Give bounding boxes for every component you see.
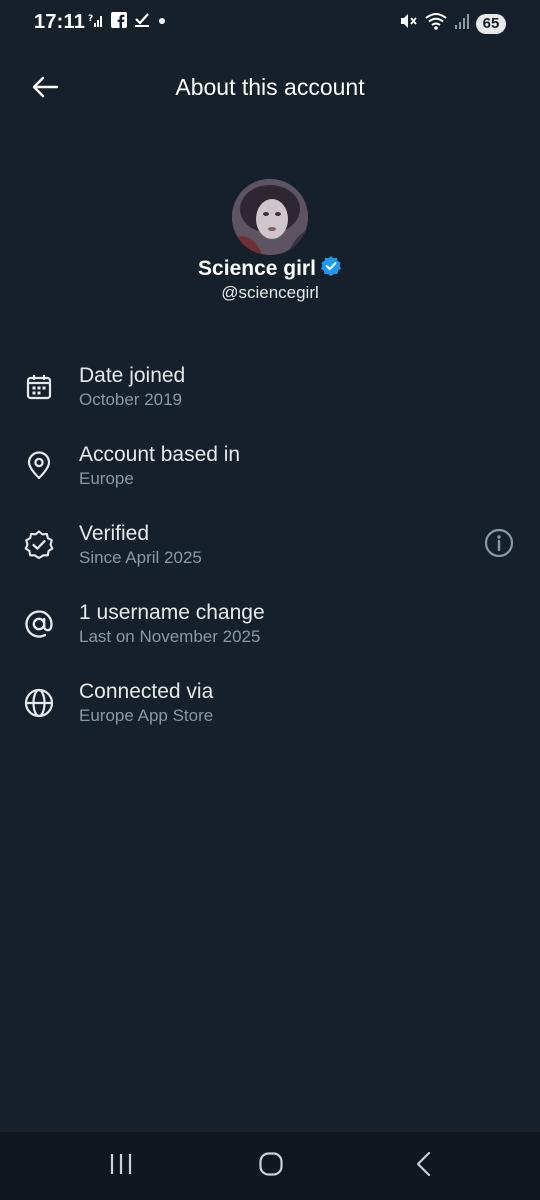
calendar-icon: [22, 370, 56, 404]
info-title: Connected via: [79, 680, 214, 703]
about-account-screen: 17:11 ? 65 About this account Science gi…: [0, 0, 540, 1200]
info-title: Verified: [79, 522, 150, 545]
dot-icon: [157, 12, 167, 33]
profile-name: Science girl: [198, 256, 316, 280]
system-nav-bar: [0, 1132, 540, 1200]
battery-icon: 65: [476, 13, 506, 34]
info-title: Account based in: [79, 443, 241, 466]
info-item-account-based-in: Account based in Europe: [0, 437, 540, 516]
info-title: Date joined: [79, 364, 186, 387]
verified-check-icon: [22, 528, 56, 562]
globe-icon: [22, 686, 56, 720]
verified-badge-icon: [320, 255, 342, 282]
facebook-icon: [111, 12, 127, 33]
status-right-icons: 65: [398, 11, 506, 36]
mute-icon: [398, 11, 418, 36]
profile-name-row: Science girl: [0, 255, 540, 282]
info-icon: [483, 527, 515, 564]
recent-apps-button[interactable]: [91, 1148, 151, 1184]
status-bar: 17:11 ? 65: [0, 0, 540, 48]
at-sign-icon: [22, 607, 56, 641]
info-title: 1 username change: [79, 601, 265, 624]
home-icon: [258, 1151, 284, 1182]
profile-handle: @sciencegirl: [221, 283, 319, 302]
info-subtitle: Europe: [79, 469, 134, 488]
signal-unknown-icon: ?: [88, 12, 104, 33]
status-left-icons: ?: [88, 12, 167, 33]
avatar[interactable]: [232, 179, 308, 255]
info-item-date-joined: Date joined October 2019: [0, 358, 540, 437]
info-subtitle: October 2019: [79, 390, 183, 409]
back-icon: [414, 1151, 434, 1182]
account-info-list: Date joined October 2019 Account based i…: [0, 358, 540, 753]
page-title: About this account: [175, 74, 365, 100]
home-button[interactable]: [241, 1148, 301, 1184]
location-pin-icon: [22, 449, 56, 483]
system-back-button[interactable]: [394, 1148, 454, 1184]
recent-apps-icon: [108, 1152, 134, 1181]
info-item-username-change: 1 username change Last on November 2025: [0, 595, 540, 674]
info-item-connected-via: Connected via Europe App Store: [0, 674, 540, 753]
svg-text:?: ?: [88, 14, 93, 24]
wifi-icon: [424, 11, 448, 36]
status-time: 17:11: [34, 11, 86, 33]
check-notification-icon: [134, 12, 150, 33]
info-subtitle: Last on November 2025: [79, 627, 261, 646]
info-item-verified: Verified Since April 2025: [0, 516, 540, 595]
avatar-image: [232, 179, 308, 255]
header: About this account: [0, 56, 540, 122]
info-subtitle: Since April 2025: [79, 548, 202, 567]
verified-info-button[interactable]: [482, 528, 516, 562]
cell-signal-icon: [454, 12, 470, 35]
info-subtitle: Europe App Store: [79, 706, 214, 725]
